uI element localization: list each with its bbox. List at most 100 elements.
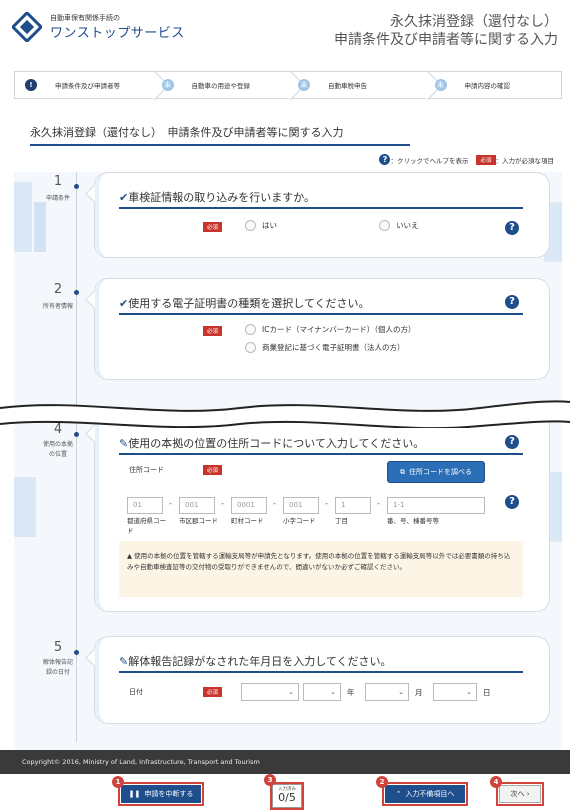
field-caption: 小字コード <box>283 517 316 525</box>
separator: - <box>377 499 380 508</box>
jump-to-missing-button[interactable]: ⌃ 入力不備項目へ <box>385 785 465 803</box>
question-title: ✎使用の本拠の位置の住所コードについて入力してください。 <box>119 437 425 450</box>
skyline-decoration <box>14 182 32 252</box>
step-label: 自動車の用途や登録 <box>191 82 251 90</box>
title-underline <box>30 144 410 146</box>
city-code-input[interactable]: 001 <box>179 497 215 514</box>
radio-no[interactable]: いいえ <box>379 220 419 231</box>
check-icon: ✔ <box>119 297 129 310</box>
edit-icon: ✎ <box>119 655 129 668</box>
next-button[interactable]: 次へ › <box>499 785 541 803</box>
chome-input[interactable]: 1 <box>335 497 371 514</box>
timeline-dot <box>74 650 79 655</box>
card-dismantle-date: ✎解体報告記録がなされた年月日を入力してください。 日付 必須 ⌄ ⌄ 年 ⌄ … <box>94 636 550 724</box>
legend: ? ：クリックでヘルプを表示 必須 ：入力が必須な項目 <box>379 154 554 165</box>
skyline-decoration <box>14 477 36 537</box>
pause-icon: ❚❚ <box>128 790 141 798</box>
separator: - <box>273 499 276 508</box>
question-underline <box>119 453 523 455</box>
suspend-button[interactable]: ❚❚ 申請を中断する <box>121 785 201 803</box>
section-label: 申請条件 <box>45 195 70 202</box>
edit-icon: ✎ <box>119 437 129 450</box>
radio-button[interactable] <box>245 342 256 353</box>
field-label: 住所コード <box>129 466 164 474</box>
timeline-dot <box>74 432 79 437</box>
year-unit: 年 <box>347 688 355 697</box>
district-code-input[interactable]: 001 <box>283 497 319 514</box>
timeline <box>76 172 77 742</box>
progress-steps: ! 申請条件及び申請者等 未 自動車の用途や登録 未 自動車税申告 未 申請内容… <box>14 71 562 99</box>
required-badge: 必須 <box>203 687 223 697</box>
section-label: 解体報告記録の日付 <box>42 659 73 676</box>
era-select[interactable]: ⌄ <box>241 683 299 701</box>
chevron-up-icon: ⌃ <box>395 790 402 798</box>
radio-corporate-cert[interactable]: 商業登記に基づく電子証明書（法人の方） <box>245 342 405 353</box>
marker-3: 3 <box>264 774 276 786</box>
field-caption: 番、号、棟番号等 <box>387 517 439 525</box>
marker-1: 1 <box>112 776 124 788</box>
page-title: 永久抹消登録（還付なし） 申請条件及び申請者等に関する入力 <box>30 126 344 139</box>
card-import-inspection: ✔車検証情報の取り込みを行いますか。 必須 はい いいえ ? <box>94 172 550 258</box>
header-subtitle: 申請条件及び申請者等に関する入力 <box>334 32 558 48</box>
help-icon[interactable]: ? <box>505 495 519 509</box>
section-number: 2 <box>53 282 63 297</box>
timeline-dot <box>74 290 79 295</box>
section-number: 5 <box>53 640 63 655</box>
help-icon[interactable]: ? <box>505 221 519 235</box>
header-title: 永久抹消登録（還付なし） <box>390 14 558 30</box>
required-legend-text: ：入力が必須な項目 <box>495 156 555 165</box>
warning-notice: ▲ 使用の本拠の位置を管轄する運輸支局等が申請先となります。使用の本拠の位置を管… <box>119 541 523 597</box>
step-conditions: ! 申請条件及び申請者等 <box>15 72 152 98</box>
month-select[interactable]: ⌄ <box>365 683 409 701</box>
radio-button[interactable] <box>379 220 390 231</box>
step-label: 申請条件及び申請者等 <box>55 82 120 90</box>
marker-4: 4 <box>490 776 502 788</box>
step-label: 自動車税申告 <box>328 82 367 90</box>
required-badge: 必須 <box>203 465 223 475</box>
town-code-input[interactable]: 0001 <box>231 497 267 514</box>
card-address-code: ✎使用の本拠の位置の住所コードについて入力してください。 ? 住所コード 必須 … <box>94 412 550 612</box>
radio-button[interactable] <box>245 324 256 335</box>
radio-button[interactable] <box>245 220 256 231</box>
radio-ic-card[interactable]: ICカード（マイナンバーカード）（個人の方） <box>245 324 416 335</box>
card-certificate-type: ✔使用する電子証明書の種類を選択してください。 ? 必須 ICカード（マイナンバ… <box>94 278 550 380</box>
logo-icon <box>12 12 42 42</box>
pending-icon: 未 <box>298 79 310 91</box>
day-unit: 日 <box>483 688 491 697</box>
help-icon[interactable]: ? <box>505 435 519 449</box>
field-caption: 市区郡コード <box>179 517 218 525</box>
step-label: 申請内容の確認 <box>464 82 511 90</box>
alert-icon: ! <box>25 79 37 91</box>
help-icon: ? <box>379 154 391 165</box>
footer: Copyright© 2016, Ministry of Land, Infra… <box>0 750 570 774</box>
field-caption: 都道府県コード <box>127 517 166 535</box>
question-underline <box>119 207 523 209</box>
marker-2: 2 <box>376 776 388 788</box>
step-vehicle-use: 未 自動車の用途や登録 <box>152 72 289 98</box>
omission-wave <box>0 400 570 428</box>
timeline-dot <box>74 184 79 189</box>
help-legend-text: ：クリックでヘルプを表示 <box>390 156 469 165</box>
form-area: 永久抹消登録（還付なし） 申請条件及び申請者等に関する入力 ? ：クリックでヘル… <box>14 112 562 750</box>
year-select[interactable]: ⌄ <box>303 683 341 701</box>
section-number: 1 <box>53 174 63 189</box>
prefecture-code-input[interactable]: 01 <box>127 497 163 514</box>
field-label: 日付 <box>129 688 143 696</box>
progress-value: 0/5 <box>278 791 296 804</box>
required-badge: 必須 <box>476 154 496 165</box>
help-icon[interactable]: ? <box>505 295 519 309</box>
day-select[interactable]: ⌄ <box>433 683 477 701</box>
section-label: 所有者情報 <box>42 303 73 310</box>
section-label: 使用の本拠の位置 <box>42 441 73 458</box>
question-title: ✔車検証情報の取り込みを行いますか。 <box>119 191 315 204</box>
page-header: 自動車保有関係手続の ワンストップサービス 永久抹消登録（還付なし） 申請条件及… <box>0 0 570 58</box>
radio-yes[interactable]: はい <box>245 220 277 231</box>
question-underline <box>119 671 523 673</box>
block-number-input[interactable]: 1-1 <box>387 497 485 514</box>
check-icon: ✔ <box>119 191 129 204</box>
pending-icon: 未 <box>434 79 447 91</box>
brand-name: ワンストップサービス <box>50 26 185 41</box>
required-badge: 必須 <box>203 326 223 336</box>
field-caption: 丁目 <box>335 517 348 525</box>
lookup-address-button[interactable]: ⧉ 住所コードを調べる <box>387 461 485 483</box>
